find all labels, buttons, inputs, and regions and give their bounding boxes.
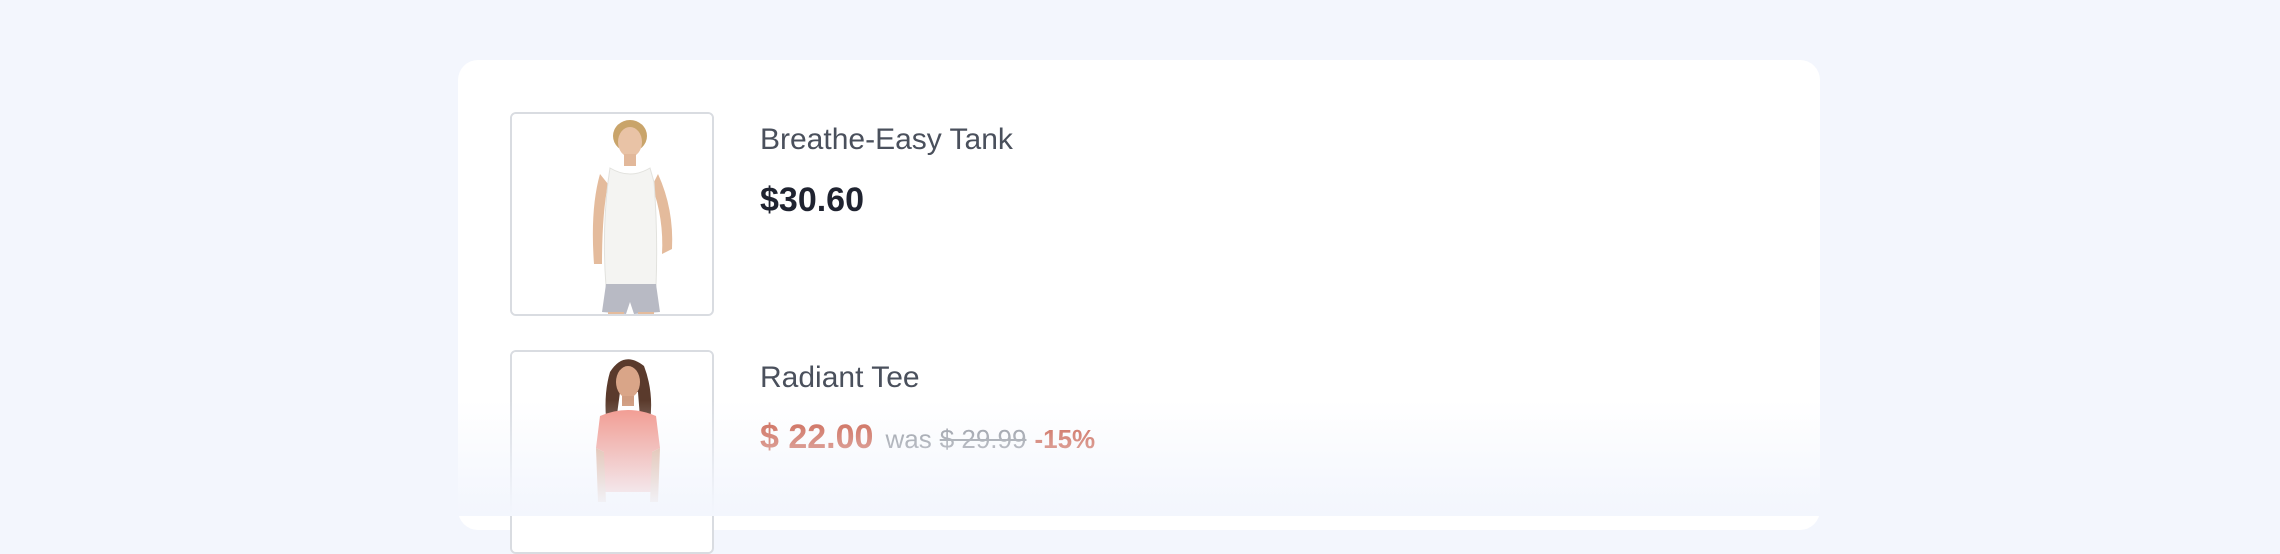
old-price: $ 29.99 [939,424,1027,454]
product-name[interactable]: Breathe-Easy Tank [760,120,1013,160]
product-item[interactable]: Breathe-Easy Tank $30.60 [510,112,1013,316]
price-row: $ 22.00 was $ 29.99 -15% [760,418,1095,457]
was-label: was [885,424,932,454]
product-image[interactable] [510,350,714,554]
product-info: Breathe-Easy Tank $30.60 [760,120,1013,220]
product-image[interactable] [510,112,714,316]
product-info: Radiant Tee $ 22.00 was $ 29.99 -15% [760,358,1095,457]
product-list-card: Breathe-Easy Tank $30.60 Radiant Tee $ 2… [458,60,1820,554]
discount-badge: -15% [1034,424,1096,454]
product-item[interactable]: Radiant Tee $ 22.00 was $ 29.99 -15% [510,350,1095,554]
sale-price: $ 22.00 [760,418,874,456]
woman-white-tank-top-photo [512,114,712,314]
product-price: $30.60 [760,181,864,219]
product-name[interactable]: Radiant Tee [760,358,1095,398]
woman-pink-tee-photo [512,352,712,552]
